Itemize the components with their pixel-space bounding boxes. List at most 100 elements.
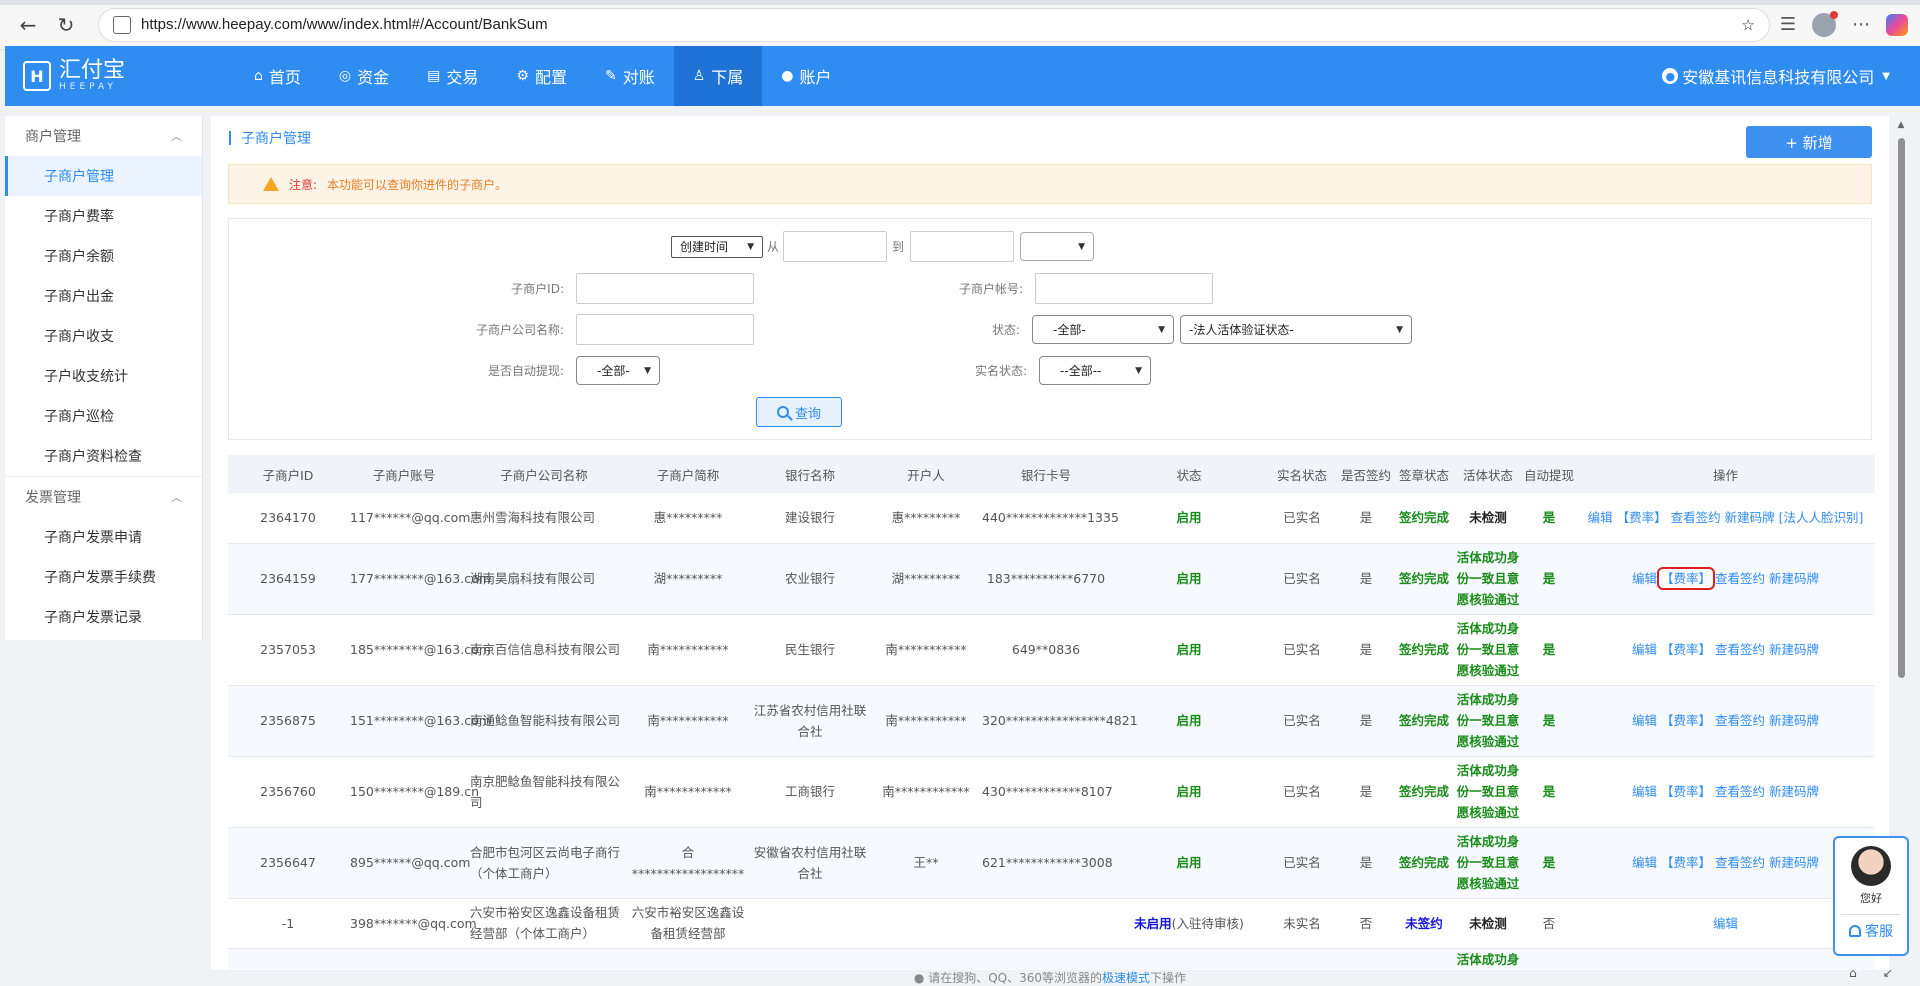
- sidebar-item-income[interactable]: 子商户收支: [5, 316, 202, 356]
- logo[interactable]: H 汇付宝 HEEPAY: [5, 46, 205, 106]
- nav-subordinate[interactable]: ♙ 下属: [673, 46, 763, 106]
- nav-trade[interactable]: ▤ 交易: [408, 46, 497, 106]
- edit-link[interactable]: 编辑: [1632, 784, 1657, 799]
- site-info-icon[interactable]: [113, 15, 131, 34]
- page-header: 子商户管理 + 新增: [211, 116, 1889, 160]
- cell-auto: 是: [1522, 827, 1576, 899]
- sub-id-input[interactable]: [576, 273, 754, 304]
- customer-service-widget[interactable]: 您好 客服: [1833, 836, 1909, 956]
- rate-link[interactable]: 【费率】: [1661, 855, 1711, 870]
- edit-link[interactable]: 编辑: [1632, 855, 1657, 870]
- face-status-select[interactable]: -法人活体验证状态- ▼: [1180, 315, 1413, 344]
- cell-auto: 是: [1522, 756, 1576, 828]
- cell-face: 未检测: [1454, 493, 1522, 544]
- time-type-select[interactable]: 创建时间 ▼: [671, 235, 763, 258]
- face-verify-link[interactable]: [法人人脸识别]: [1779, 510, 1864, 525]
- new-qr-link[interactable]: 新建码牌: [1769, 855, 1819, 870]
- cell-face: 活体成功身份一致且意愿核验通过: [1454, 685, 1522, 757]
- col-header[interactable]: 银行名称: [748, 455, 872, 493]
- edit-link[interactable]: 编辑: [1632, 642, 1657, 657]
- col-header[interactable]: 子商户简称: [628, 455, 748, 493]
- new-qr-link[interactable]: 新建码牌: [1769, 784, 1819, 799]
- company-input[interactable]: [576, 314, 754, 345]
- auto-withdraw-select[interactable]: -全部- ▼: [576, 356, 660, 385]
- view-sign-link[interactable]: 查看签约: [1715, 713, 1765, 728]
- nav-reconcile[interactable]: ✎ 对账: [586, 46, 674, 106]
- profile-avatar-icon[interactable]: [1812, 10, 1838, 37]
- rate-link-highlighted[interactable]: 【费率】: [1656, 567, 1716, 590]
- add-button[interactable]: + 新增: [1746, 126, 1872, 158]
- rate-link[interactable]: 【费率】: [1661, 642, 1711, 657]
- view-sign-link[interactable]: 查看签约: [1715, 642, 1765, 657]
- col-header[interactable]: 银行卡号: [980, 455, 1112, 493]
- cell-company: 湖南昊扇科技有限公司: [460, 543, 628, 615]
- sidebar-item-balance[interactable]: 子商户余额: [5, 236, 202, 276]
- nav-funds[interactable]: ◎ 资金: [320, 46, 408, 106]
- view-sign-link[interactable]: 查看签约: [1715, 855, 1765, 870]
- sidebar-item-inspect[interactable]: 子商户巡检: [5, 396, 202, 436]
- rate-link[interactable]: 【费率】: [1661, 713, 1711, 728]
- col-header[interactable]: 实名状态: [1266, 455, 1338, 493]
- range-preset-select[interactable]: ▼: [1020, 232, 1095, 261]
- favorite-star-icon[interactable]: ☆: [1741, 16, 1754, 34]
- sidebar-item-rate[interactable]: 子商户费率: [5, 196, 202, 236]
- nav-home[interactable]: ⌂ 首页: [235, 46, 320, 106]
- service-button[interactable]: 客服: [1849, 921, 1893, 941]
- sidebar-item-withdraw[interactable]: 子商户出金: [5, 276, 202, 316]
- col-header[interactable]: 子商户ID: [228, 455, 348, 493]
- col-header[interactable]: 签章状态: [1394, 455, 1454, 493]
- sidebar-group-merchant[interactable]: 商户管理 ︿: [5, 116, 202, 156]
- view-sign-link[interactable]: 查看签约: [1715, 571, 1765, 586]
- new-qr-link[interactable]: 新建码牌: [1725, 510, 1775, 525]
- sidebar-group-invoice[interactable]: 发票管理 ︿: [5, 477, 202, 517]
- edit-link[interactable]: 编辑: [1632, 713, 1657, 728]
- speed-mode-link[interactable]: 极速模式: [1102, 971, 1150, 985]
- new-qr-link[interactable]: 新建码牌: [1769, 571, 1819, 586]
- address-bar[interactable]: https://www.heepay.com/www/index.html#/A…: [98, 7, 1770, 42]
- col-header[interactable]: 活体状态: [1454, 455, 1522, 493]
- sidebar-item-stats[interactable]: 子户收支统计: [5, 356, 202, 396]
- col-header[interactable]: 子商户公司名称: [460, 455, 628, 493]
- cell-face: 活体成功身份一致且意愿核验通过: [1454, 543, 1522, 615]
- view-sign-link[interactable]: 查看签约: [1671, 510, 1721, 525]
- sidebar-item-doc-check[interactable]: 子商户资料检查: [5, 436, 202, 476]
- table-row: 活体成功身: [228, 948, 1875, 972]
- query-button[interactable]: 查询: [756, 397, 842, 427]
- reload-icon[interactable]: ↻: [50, 9, 82, 41]
- col-header[interactable]: 自动提现: [1522, 455, 1576, 493]
- edit-link[interactable]: 编辑: [1713, 916, 1738, 931]
- rate-link[interactable]: 【费率】: [1617, 510, 1667, 525]
- home-icon[interactable]: ⌂: [1849, 966, 1857, 986]
- copilot-icon[interactable]: [1886, 13, 1908, 36]
- col-header[interactable]: 子商户账号: [348, 455, 460, 493]
- edit-link[interactable]: 编辑: [1632, 571, 1657, 586]
- scroll-up-icon[interactable]: ▲: [1896, 120, 1906, 130]
- sidebar-item-invoice-record[interactable]: 子商户发票记录: [5, 597, 202, 637]
- new-qr-link[interactable]: 新建码牌: [1769, 713, 1819, 728]
- col-header[interactable]: 是否签约: [1338, 455, 1394, 493]
- sub-account-input[interactable]: [1035, 273, 1214, 304]
- favorites-icon[interactable]: ☰: [1780, 14, 1796, 35]
- view-sign-link[interactable]: 查看签约: [1715, 784, 1765, 799]
- user-menu[interactable]: ● 安徽基讯信息科技有限公司 ▼: [1662, 46, 1920, 106]
- sidebar-item-invoice-apply[interactable]: 子商户发票申请: [5, 517, 202, 557]
- col-header[interactable]: 开户人: [872, 455, 980, 493]
- nav-account[interactable]: ● 账户: [762, 46, 850, 106]
- sidebar-item-sub-merchant[interactable]: 子商户管理: [5, 156, 202, 196]
- nav-config[interactable]: ⚙ 配置: [497, 46, 586, 106]
- start-date-input[interactable]: [783, 231, 888, 262]
- back-icon[interactable]: ←: [12, 9, 44, 41]
- edit-link[interactable]: 编辑: [1588, 510, 1613, 525]
- scroll-thumb[interactable]: [1898, 138, 1905, 678]
- rate-link[interactable]: 【费率】: [1661, 784, 1711, 799]
- status-select[interactable]: -全部- ▼: [1032, 315, 1175, 344]
- more-icon[interactable]: ⋯: [1852, 14, 1870, 35]
- new-qr-link[interactable]: 新建码牌: [1769, 642, 1819, 657]
- end-date-input[interactable]: [910, 231, 1015, 262]
- col-header[interactable]: 状态: [1112, 455, 1266, 493]
- cell-face: 活体成功身份一致且意愿核验通过: [1454, 827, 1522, 899]
- realname-select[interactable]: --全部-- ▼: [1039, 356, 1152, 385]
- col-header[interactable]: 操作: [1576, 455, 1875, 493]
- collapse-icon[interactable]: ↙: [1883, 966, 1893, 986]
- sidebar-item-invoice-fee[interactable]: 子商户发票手续费: [5, 557, 202, 597]
